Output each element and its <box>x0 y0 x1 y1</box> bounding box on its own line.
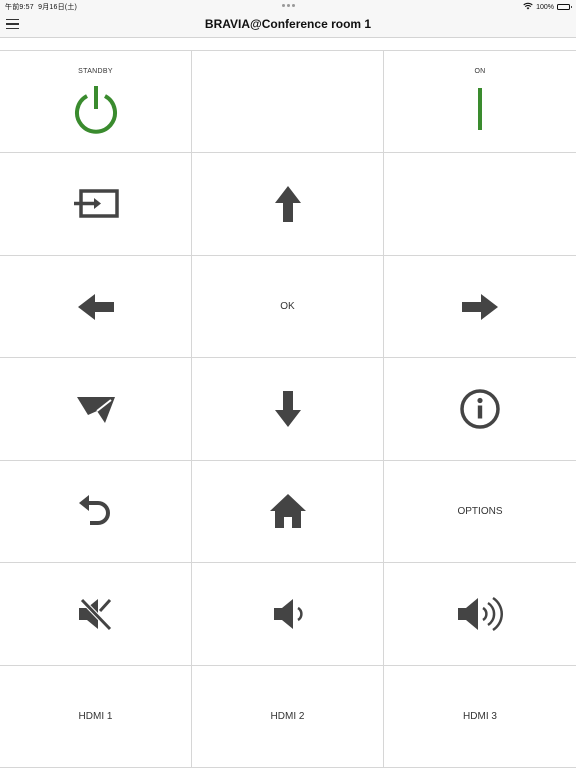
send-button[interactable] <box>0 358 192 461</box>
home-icon <box>268 492 308 530</box>
status-date-text: 9月16日(土) <box>38 4 78 11</box>
arrow-down-icon <box>273 390 303 428</box>
down-button[interactable] <box>192 358 384 461</box>
hdmi3-label: HDMI 3 <box>463 710 497 722</box>
on-button[interactable]: ON <box>384 51 576 154</box>
ok-button[interactable]: OK <box>192 255 384 359</box>
volume-up-icon <box>455 594 505 634</box>
empty-cell <box>192 51 384 154</box>
menu-icon <box>6 18 19 21</box>
hdmi1-label: HDMI 1 <box>78 710 113 722</box>
right-button[interactable] <box>384 255 576 359</box>
ok-label: OK <box>280 301 295 313</box>
info-button[interactable] <box>384 358 576 461</box>
send-icon <box>75 393 117 425</box>
on-label: ON <box>474 68 486 75</box>
input-icon <box>72 188 120 220</box>
standby-label: STANDBY <box>78 68 113 75</box>
volume-down-button[interactable] <box>192 563 384 666</box>
up-button[interactable] <box>192 153 384 256</box>
arrow-up-icon <box>273 185 303 223</box>
nav-bar: BRAVIA@Conference room 1 <box>0 12 576 38</box>
status-bar: 午前9:57 9月16日(土) 100% <box>0 0 576 12</box>
battery-icon <box>557 4 572 10</box>
mute-button[interactable] <box>0 563 192 666</box>
back-icon <box>76 494 116 528</box>
arrow-left-icon <box>77 292 115 322</box>
status-time: 午前9:57 9月16日(土) <box>5 2 77 12</box>
page-title: BRAVIA@Conference room 1 <box>204 17 372 31</box>
wifi-icon <box>523 2 533 12</box>
power-icon <box>73 84 119 134</box>
options-label: OPTIONS <box>457 505 503 517</box>
volume-up-button[interactable] <box>384 563 576 666</box>
home-button[interactable] <box>192 460 384 564</box>
remote-grid: STANDBY ON OK OPTIONS HDMI 1 HDMI 2 HDMI… <box>0 50 576 768</box>
on-icon <box>476 86 484 132</box>
battery-percent: 100% <box>536 3 554 11</box>
status-time-text: 午前9:57 <box>5 4 34 11</box>
volume-down-icon <box>271 596 305 632</box>
back-button[interactable] <box>0 460 192 564</box>
left-button[interactable] <box>0 255 192 359</box>
standby-button[interactable]: STANDBY <box>0 51 192 154</box>
hdmi2-button[interactable]: HDMI 2 <box>192 665 384 768</box>
hdmi3-button[interactable]: HDMI 3 <box>384 665 576 768</box>
empty-cell <box>384 153 576 256</box>
options-button[interactable]: OPTIONS <box>384 460 576 564</box>
hdmi2-label: HDMI 2 <box>270 710 305 722</box>
menu-button[interactable] <box>6 16 24 32</box>
status-right: 100% <box>523 2 572 12</box>
mute-icon <box>76 596 116 632</box>
input-button[interactable] <box>0 153 192 256</box>
hdmi1-button[interactable]: HDMI 1 <box>0 665 192 768</box>
arrow-right-icon <box>461 292 499 322</box>
multitask-dots-icon <box>282 4 296 7</box>
info-icon <box>459 388 501 430</box>
